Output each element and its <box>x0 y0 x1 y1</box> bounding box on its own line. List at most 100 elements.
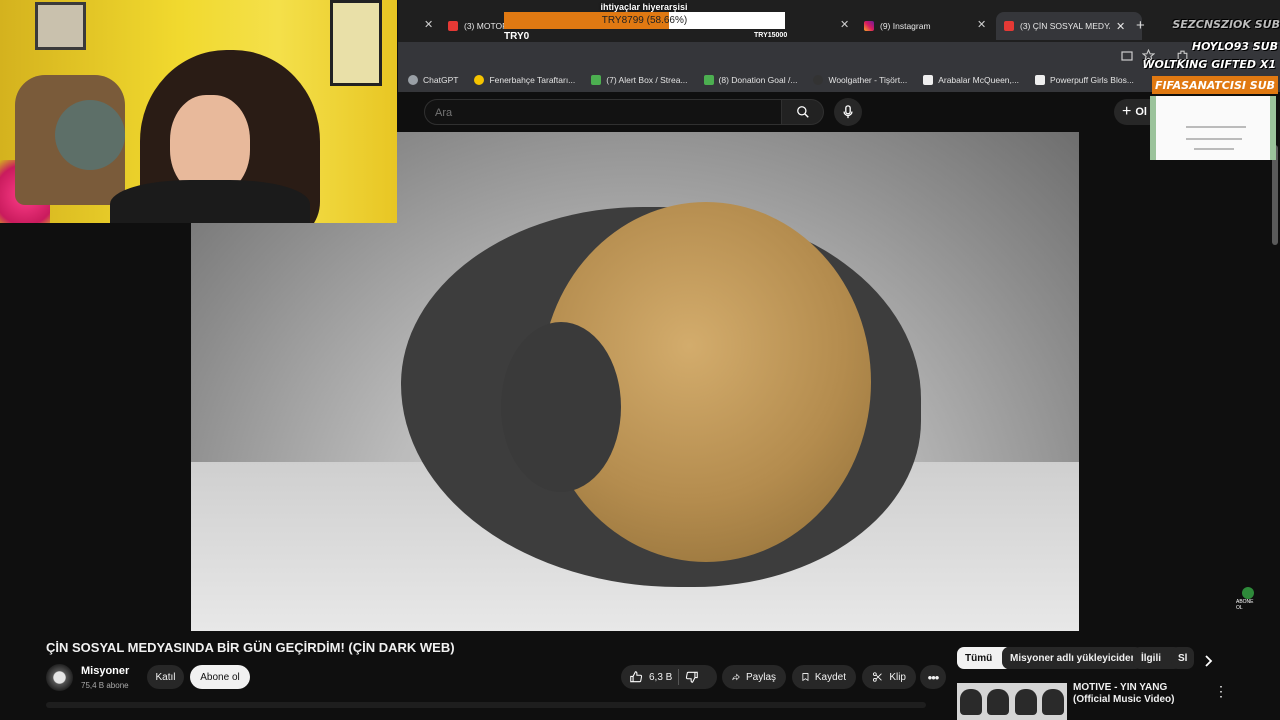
bookmark-label: (7) Alert Box / Strea... <box>606 75 688 85</box>
tab-label: (9) Instagram <box>880 21 931 31</box>
donation-goal-min: TRY0 <box>504 31 530 42</box>
bookmark-woolgather[interactable]: Woolgather - Tişört... <box>813 75 907 85</box>
ticker-line: WOLTKING GIFTED X1 <box>1142 58 1276 71</box>
chip-label: Misyoner adlı yükleyiciden <box>1010 652 1137 664</box>
join-button[interactable]: Katıl <box>147 665 184 689</box>
more-horizontal-icon: ••• <box>927 669 940 685</box>
bookmark-label: ChatGPT <box>423 75 459 85</box>
thumbnail-figure <box>959 688 982 715</box>
plush-toy <box>55 100 125 170</box>
save-icon <box>802 673 809 682</box>
install-app-icon[interactable] <box>1121 50 1133 62</box>
watermark-icon <box>1242 587 1254 599</box>
subscribe-label: Abone ol <box>200 671 240 683</box>
close-tab-icon[interactable]: ✕ <box>977 18 986 31</box>
bookmark-fenerbahce[interactable]: Fenerbahçe Taraftarı... <box>474 75 575 85</box>
subscribe-button[interactable]: Abone ol <box>190 665 250 689</box>
webcam-overlay <box>0 0 397 223</box>
woolgather-icon <box>813 75 824 85</box>
bookmark-label: Powerpuff Girls Blos... <box>1049 75 1134 85</box>
channel-avatar[interactable] <box>46 664 73 691</box>
save-label: Kaydet <box>814 671 846 683</box>
clip-button[interactable]: Klip <box>862 665 916 689</box>
page-icon <box>923 75 934 85</box>
bookmark-alert-box[interactable]: (7) Alert Box / Strea... <box>591 75 688 85</box>
bookmark-chatgpt[interactable]: ChatGPT <box>408 75 458 85</box>
more-vertical-icon[interactable]: ⋮ <box>1214 683 1228 700</box>
close-tab-icon[interactable]: ✕ <box>424 18 433 31</box>
chip-label: Sl <box>1178 652 1188 664</box>
note-line <box>1186 126 1246 128</box>
bookmark-powerpuff[interactable]: Powerpuff Girls Blos... <box>1034 75 1134 85</box>
tab-label: (3) MOTOR <box>464 21 509 31</box>
subscribe-watermark[interactable]: ABONE OL <box>1236 587 1260 613</box>
share-button[interactable]: Paylaş <box>722 665 786 689</box>
tab-motor[interactable]: (3) MOTOR <box>448 12 508 40</box>
related-video-thumbnail[interactable] <box>957 683 1067 720</box>
tab-instagram[interactable]: (9) Instagram <box>864 12 931 40</box>
streamlabs-icon <box>591 75 602 85</box>
share-icon <box>732 673 740 681</box>
chip-more[interactable]: Sl <box>1171 647 1194 669</box>
join-label: Katıl <box>155 671 176 683</box>
tab-label: (3) ÇİN SOSYAL MEDYASI <box>1020 21 1110 31</box>
youtube-header: + Ol <box>398 92 1280 132</box>
plus-icon: + <box>1122 103 1132 120</box>
page-icon <box>1034 75 1045 85</box>
voice-search-button[interactable] <box>834 98 862 126</box>
new-tab-icon[interactable]: + <box>1136 17 1145 34</box>
donation-goal-title: ihtiyaçlar hiyerarşisi <box>600 2 688 12</box>
watermark-label: ABONE OL <box>1236 599 1254 611</box>
related-video-title[interactable]: MOTIVE - YIN YANG (Official Music Video) <box>1073 682 1203 706</box>
save-button[interactable]: Kaydet <box>792 665 856 689</box>
streamlabs-icon <box>703 75 714 85</box>
wall-frame-image <box>35 2 86 50</box>
close-tab-icon[interactable]: ✕ <box>840 18 849 31</box>
create-label: Ol <box>1135 106 1147 118</box>
bookmark-label: Woolgather - Tişört... <box>828 75 908 85</box>
like-icon[interactable] <box>629 670 643 684</box>
streamer-body <box>110 180 310 223</box>
description-box[interactable] <box>46 702 926 708</box>
video-frame-shadow <box>501 322 621 492</box>
chatgpt-icon <box>408 75 418 85</box>
instagram-icon <box>864 21 874 31</box>
dislike-icon[interactable] <box>685 670 699 684</box>
note-line <box>1186 138 1242 140</box>
note-card-overlay <box>1150 96 1276 160</box>
ticker-line: SEZCNSZIOK SUB <box>1172 18 1280 31</box>
page-scrollbar[interactable] <box>1272 145 1278 245</box>
chip-label: Tümü <box>965 652 993 664</box>
subscriber-count: 75,4 B abone <box>81 681 129 690</box>
donation-goal-bar: TRY8799 (58.66%) <box>504 12 785 29</box>
search-box <box>424 99 782 126</box>
bookmarks-bar: ChatGPT Fenerbahçe Taraftarı... (7) Aler… <box>398 68 1280 92</box>
divider <box>678 669 680 685</box>
ticker-line: HOYLO93 SUB <box>1191 40 1278 53</box>
like-count: 6,3 B <box>649 671 673 683</box>
fenerbahce-icon <box>474 75 485 85</box>
clip-label: Klip <box>889 671 906 683</box>
more-actions-button[interactable]: ••• <box>920 665 946 689</box>
donation-goal-text: TRY8799 (58.66%) <box>601 15 688 26</box>
bookmark-donation-goal[interactable]: (8) Donation Goal /... <box>703 75 798 85</box>
search-input[interactable] <box>425 100 767 126</box>
channel-name[interactable]: Misyoner <box>81 665 129 677</box>
close-tab-icon[interactable]: ✕ <box>1116 20 1125 33</box>
search-button[interactable] <box>782 99 824 125</box>
ticker-highlight: FIFASANATCISI SUB <box>1152 76 1278 94</box>
search-icon <box>796 106 809 118</box>
youtube-icon <box>448 21 458 31</box>
youtube-icon <box>1004 21 1014 31</box>
bookmark-arabalar[interactable]: Arabalar McQueen,... <box>923 75 1019 85</box>
chip-label: İlgili <box>1141 652 1161 664</box>
bookmark-label: (8) Donation Goal /... <box>718 75 798 85</box>
thumbnail-figure <box>1042 688 1065 715</box>
thumbnail-figure <box>1014 688 1037 715</box>
chip-from-uploader[interactable]: Misyoner adlı yükleyiciden <box>1002 647 1142 669</box>
chevron-right-icon[interactable] <box>1202 654 1214 668</box>
bookmark-label: Fenerbahçe Taraftarı... <box>489 75 576 85</box>
tab-active-video[interactable]: (3) ÇİN SOSYAL MEDYASI ✕ <box>996 12 1142 40</box>
share-label: Paylaş <box>745 671 776 683</box>
donation-goal-max: TRY15000 <box>754 32 788 39</box>
